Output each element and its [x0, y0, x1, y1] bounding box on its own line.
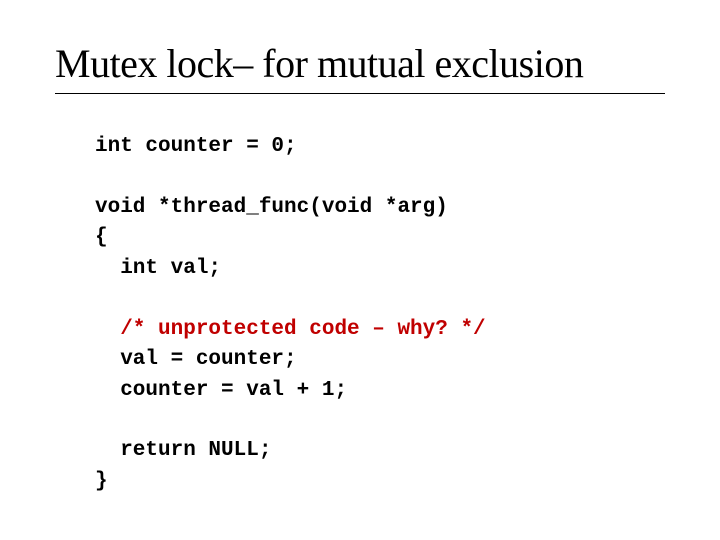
code-line: counter = val + 1; [95, 379, 347, 402]
code-line: val = counter; [95, 348, 297, 371]
code-line: int counter = 0; [95, 135, 297, 158]
code-line: { [95, 226, 108, 249]
code-line: return NULL; [95, 439, 271, 462]
code-block: int counter = 0; void *thread_func(void … [55, 132, 665, 497]
code-comment: /* unprotected code – why? */ [95, 318, 486, 341]
code-line: int val; [95, 257, 221, 280]
code-line: } [95, 470, 108, 493]
slide-title: Mutex lock– for mutual exclusion [55, 40, 665, 87]
code-line: void *thread_func(void *arg) [95, 196, 448, 219]
slide-container: Mutex lock– for mutual exclusion int cou… [0, 0, 720, 497]
title-underline [55, 93, 665, 94]
